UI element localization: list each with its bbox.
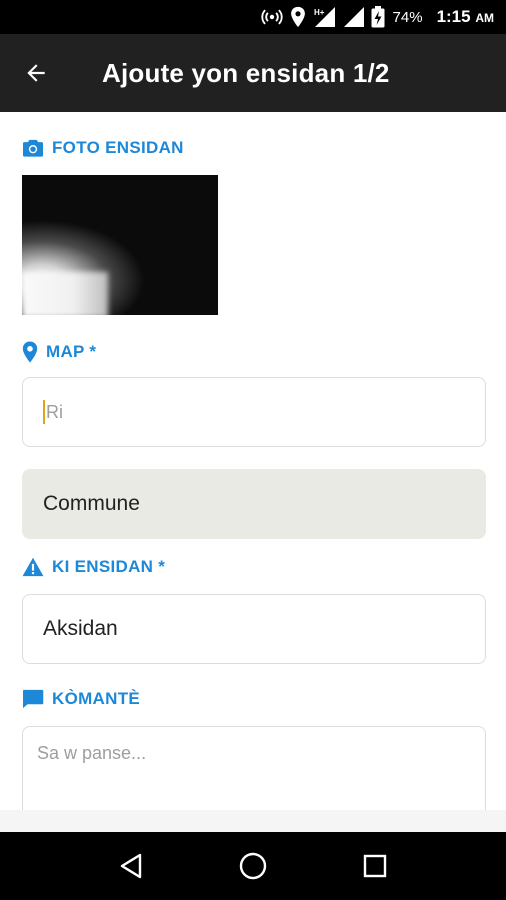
app-bar: Ajoute yon ensidan 1/2 bbox=[0, 34, 506, 112]
incident-type-value: Aksidan bbox=[43, 617, 118, 640]
page-title: Ajoute yon ensidan 1/2 bbox=[102, 57, 390, 88]
nav-back-button[interactable] bbox=[106, 841, 156, 891]
commune-select[interactable]: Commune bbox=[22, 469, 486, 539]
incident-form: FOTO ENSIDAN MAP * Ri Commune KI ENSIDAN… bbox=[0, 112, 506, 832]
street-input[interactable]: Ri bbox=[22, 377, 486, 447]
recents-square-icon bbox=[363, 854, 387, 878]
hotspot-icon bbox=[260, 6, 283, 28]
warning-icon bbox=[22, 557, 44, 577]
scroll-edge bbox=[0, 810, 506, 832]
comment-icon bbox=[23, 689, 44, 709]
incident-type-section-label: KI ENSIDAN * bbox=[22, 557, 165, 577]
location-pin-icon bbox=[22, 341, 38, 363]
arrow-back-icon bbox=[27, 64, 45, 82]
camera-icon bbox=[23, 139, 43, 157]
battery-charging-icon bbox=[371, 6, 385, 28]
clock: 1:15 AM bbox=[436, 7, 494, 26]
comment-placeholder: Sa w panse... bbox=[37, 743, 147, 763]
incident-photo[interactable] bbox=[22, 175, 218, 315]
commune-value: Commune bbox=[43, 492, 140, 515]
svg-text:H+: H+ bbox=[314, 8, 325, 17]
comment-section-label: KÒMANTÈ bbox=[22, 689, 140, 709]
home-circle-icon bbox=[239, 852, 267, 880]
signal-h-plus-icon: H+ bbox=[313, 6, 337, 28]
status-bar: H+ 74% 1:15 AM bbox=[0, 0, 506, 34]
signal-icon bbox=[343, 6, 365, 28]
system-nav-bar bbox=[0, 832, 506, 900]
battery-percentage: 74% bbox=[392, 8, 423, 26]
incident-type-select[interactable]: Aksidan bbox=[22, 594, 486, 664]
nav-home-button[interactable] bbox=[228, 841, 278, 891]
photo-section-label: FOTO ENSIDAN bbox=[22, 138, 184, 158]
nav-recents-button[interactable] bbox=[350, 841, 400, 891]
back-button[interactable] bbox=[0, 34, 72, 112]
street-placeholder: Ri bbox=[46, 401, 63, 422]
back-triangle-icon bbox=[120, 853, 142, 879]
text-caret bbox=[43, 400, 45, 424]
location-icon bbox=[289, 6, 307, 28]
map-section-label: MAP * bbox=[22, 341, 96, 363]
